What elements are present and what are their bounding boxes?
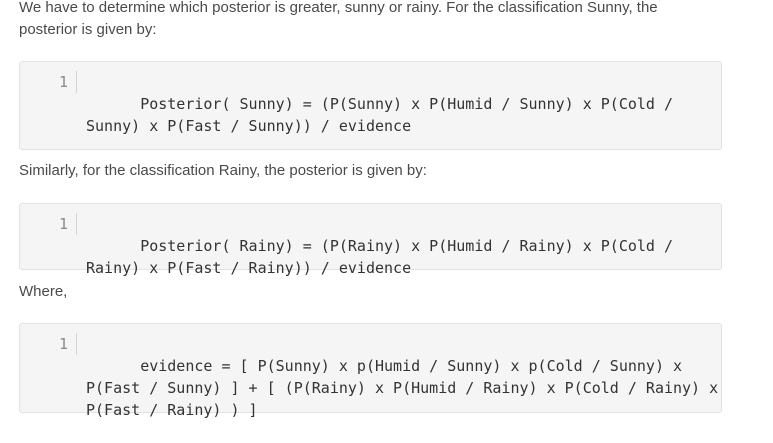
code-line-sunny: Posterior( Sunny) = (P(Sunny) x P(Humid … bbox=[86, 95, 683, 135]
line-number-gutter: 1 bbox=[20, 71, 77, 93]
code-line-rainy: Posterior( Rainy) = (P(Rainy) x P(Humid … bbox=[86, 237, 683, 277]
code-text: evidence = [ P(Sunny) x p(Humid / Sunny)… bbox=[86, 333, 726, 443]
line-number: 1 bbox=[59, 71, 77, 93]
code-text: Posterior( Sunny) = (P(Sunny) x P(Humid … bbox=[86, 71, 711, 159]
line-number: 1 bbox=[59, 213, 77, 235]
code-line-evidence: evidence = [ P(Sunny) x p(Humid / Sunny)… bbox=[86, 357, 728, 419]
rainy-intro-paragraph: Similarly, for the classification Rainy,… bbox=[19, 162, 427, 179]
line-number-gutter: 1 bbox=[20, 333, 77, 355]
code-block-sunny-posterior[interactable]: 1 Posterior( Sunny) = (P(Sunny) x P(Humi… bbox=[19, 61, 722, 150]
code-block-evidence[interactable]: 1 evidence = [ P(Sunny) x p(Humid / Sunn… bbox=[19, 323, 722, 419]
line-number-gutter: 1 bbox=[20, 213, 77, 235]
line-number: 1 bbox=[59, 333, 77, 355]
code-block-rainy-posterior[interactable]: 1 Posterior( Rainy) = (P(Rainy) x P(Humi… bbox=[19, 203, 722, 277]
intro-paragraph: We have to determine which posterior is … bbox=[19, 0, 658, 38]
where-paragraph: Where, bbox=[19, 283, 68, 300]
